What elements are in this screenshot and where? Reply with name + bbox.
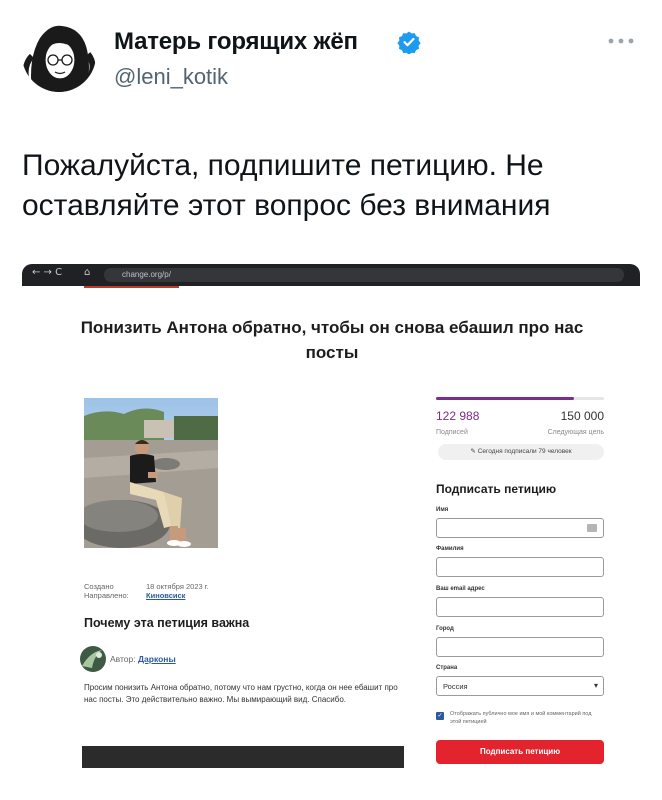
author-prefix: Автор: bbox=[110, 654, 136, 664]
email-field[interactable] bbox=[436, 597, 604, 617]
author-line: Автор: Дарконы bbox=[110, 654, 176, 664]
country-value: Россия bbox=[443, 682, 468, 691]
attached-screenshot[interactable]: ← → C ⌂ change.org/p/ Понизить Антона об… bbox=[22, 264, 640, 774]
today-signatures-text: Сегодня подписали 79 человек bbox=[477, 448, 572, 455]
signature-progress-fill bbox=[436, 397, 574, 400]
public-display-checkbox[interactable]: ✓ bbox=[436, 712, 444, 720]
pen-icon: ✎ bbox=[470, 448, 478, 455]
addressed-label: Направлено: bbox=[84, 591, 129, 600]
addressed-link[interactable]: Киновсиск bbox=[146, 591, 185, 600]
home-icon[interactable]: ⌂ bbox=[84, 267, 90, 278]
sign-petition-button[interactable]: Подписать петицию bbox=[436, 740, 604, 764]
url-text: change.org/p/ bbox=[122, 270, 171, 279]
author-link[interactable]: Дарконы bbox=[138, 654, 176, 664]
tweet-text: Пожалуйста, подпишите петицию. Не оставл… bbox=[22, 149, 551, 222]
petition-body: Просим понизить Антона обратно, потому ч… bbox=[84, 683, 398, 704]
last-name-label: Фамилия bbox=[436, 546, 464, 552]
tab-indicator bbox=[84, 286, 179, 288]
city-label: Город bbox=[436, 626, 454, 632]
sign-form-heading: Подписать петицию bbox=[436, 482, 557, 496]
petition-title: Понизить Антона обратно, чтобы он снова … bbox=[80, 318, 584, 362]
public-display-label: Отображать публично мое имя и мой коммен… bbox=[450, 711, 592, 725]
created-date: 18 октября 2023 г. bbox=[146, 582, 209, 591]
email-label: Ваш email адрес bbox=[436, 586, 485, 592]
signature-goal: 150 000 bbox=[560, 409, 604, 423]
avatar[interactable] bbox=[22, 18, 96, 92]
petition-photo bbox=[84, 398, 218, 548]
verified-badge-icon bbox=[397, 31, 421, 54]
last-name-field[interactable] bbox=[436, 557, 604, 577]
more-options-icon[interactable] bbox=[606, 36, 636, 46]
created-label: Создано bbox=[84, 582, 114, 591]
browser-nav-arrows[interactable]: ← → C bbox=[32, 267, 62, 278]
author-avatar bbox=[80, 646, 106, 672]
today-signatures-pill: ✎ Сегодня подписали 79 человек bbox=[438, 444, 604, 460]
first-name-field[interactable] bbox=[436, 518, 604, 538]
why-heading: Почему эта петиция важна bbox=[84, 616, 250, 630]
dropdown-arrow-icon: ▾ bbox=[593, 681, 598, 690]
country-select[interactable]: Россия ▾ bbox=[436, 676, 604, 696]
signature-progress-bar bbox=[436, 397, 604, 400]
user-handle[interactable]: @leni_kotik bbox=[114, 64, 228, 90]
dark-banner bbox=[82, 746, 404, 768]
browser-toolbar: ← → C ⌂ change.org/p/ bbox=[22, 264, 640, 286]
first-name-label: Имя bbox=[436, 507, 449, 513]
contact-card-icon[interactable] bbox=[587, 524, 597, 532]
signature-count-label: Подписей bbox=[436, 429, 468, 436]
country-label: Страна bbox=[436, 665, 458, 671]
address-bar[interactable] bbox=[104, 268, 624, 282]
signature-count: 122 988 bbox=[436, 409, 480, 423]
signature-goal-label: Следующая цель bbox=[547, 429, 604, 436]
city-field[interactable] bbox=[436, 637, 604, 657]
display-name[interactable]: Матерь горящих жёп bbox=[114, 28, 358, 56]
